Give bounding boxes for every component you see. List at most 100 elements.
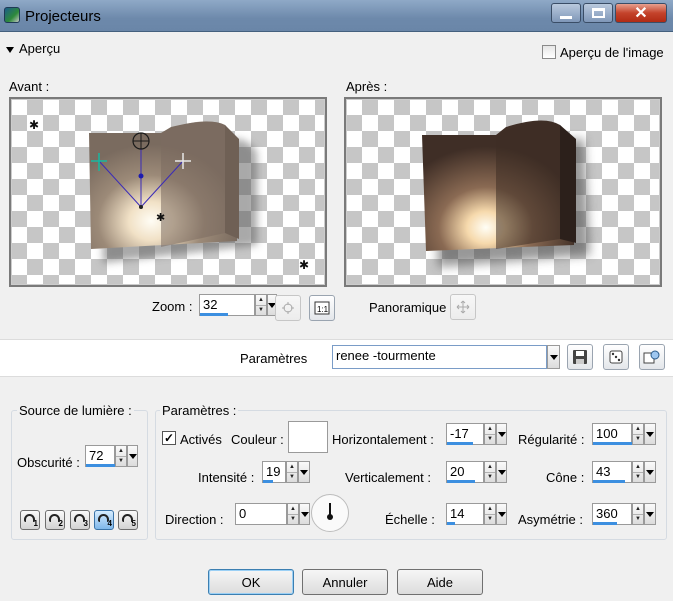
light-2-button[interactable]: 2 bbox=[45, 510, 65, 530]
zoom-fit-icon bbox=[282, 302, 294, 314]
save-preset-button[interactable] bbox=[567, 344, 593, 370]
preset-select[interactable]: renee -tourmente bbox=[332, 345, 547, 369]
active-checkbox[interactable]: ✓ bbox=[162, 431, 176, 445]
intensity-slider-bar[interactable] bbox=[263, 480, 273, 483]
scale-spinner[interactable]: ▲ ▼ bbox=[484, 503, 496, 525]
dropdown-arrow-icon bbox=[497, 511, 506, 517]
spin-up-icon[interactable]: ▲ bbox=[633, 424, 643, 434]
scale-slider-bar[interactable] bbox=[447, 522, 455, 525]
spin-down-icon[interactable]: ▼ bbox=[485, 513, 495, 525]
spin-up-icon[interactable]: ▲ bbox=[116, 446, 126, 456]
darkness-label: Obscurité : bbox=[17, 455, 80, 470]
zoom-spinner[interactable]: ▲ ▼ bbox=[255, 294, 267, 316]
spotlight-icon bbox=[24, 514, 35, 522]
spin-up-icon[interactable]: ▲ bbox=[287, 462, 297, 472]
spin-down-icon[interactable]: ▼ bbox=[116, 455, 126, 467]
floppy-disk-icon bbox=[573, 350, 587, 364]
horizontal-label: Horizontalement : bbox=[332, 432, 434, 447]
vertical-dropdown[interactable] bbox=[496, 461, 507, 483]
intensity-label: Intensité : bbox=[198, 470, 255, 485]
light-source-title: Source de lumière : bbox=[17, 403, 134, 418]
cone-dropdown[interactable] bbox=[644, 461, 656, 483]
spotlight-icon bbox=[74, 514, 85, 522]
spin-down-icon[interactable]: ▼ bbox=[485, 471, 495, 483]
direction-label: Direction : bbox=[165, 512, 224, 527]
direction-dial[interactable] bbox=[311, 494, 349, 532]
spin-up-icon[interactable]: ▲ bbox=[485, 424, 495, 434]
pan-label: Panoramique bbox=[369, 300, 447, 315]
spin-down-icon[interactable]: ▼ bbox=[256, 304, 266, 316]
move-icon bbox=[456, 300, 470, 314]
minimize-button[interactable] bbox=[551, 3, 581, 23]
zoom-slider-bar[interactable] bbox=[200, 313, 228, 316]
pan-button[interactable] bbox=[450, 294, 476, 320]
preset-label: Paramètres bbox=[240, 351, 308, 366]
preview-toggle-label: Aperçu bbox=[19, 41, 61, 56]
preview-toggle[interactable]: Aperçu bbox=[6, 41, 60, 56]
direction-spinner[interactable]: ▲ ▼ bbox=[287, 503, 299, 525]
darkness-dropdown[interactable] bbox=[127, 445, 138, 467]
regularity-spinner[interactable]: ▲ ▼ bbox=[632, 423, 644, 445]
intensity-dropdown[interactable] bbox=[298, 461, 310, 483]
direction-dropdown[interactable] bbox=[299, 503, 310, 525]
image-preview-checkbox[interactable] bbox=[542, 45, 556, 59]
close-icon: ✕ bbox=[634, 5, 648, 22]
svg-text:1:1: 1:1 bbox=[317, 305, 329, 314]
vertical-slider-bar[interactable] bbox=[447, 480, 475, 483]
actual-size-button[interactable]: 1:1 bbox=[309, 295, 335, 321]
cancel-button[interactable]: Annuler bbox=[302, 569, 388, 595]
direction-dial-icon bbox=[327, 503, 333, 520]
spin-up-icon[interactable]: ▲ bbox=[633, 504, 643, 514]
spin-up-icon[interactable]: ▲ bbox=[485, 462, 495, 472]
spin-down-icon[interactable]: ▼ bbox=[633, 513, 643, 525]
after-preview-canvas bbox=[344, 97, 662, 287]
color-swatch[interactable] bbox=[288, 421, 328, 453]
horizontal-dropdown[interactable] bbox=[496, 423, 507, 445]
spin-down-icon[interactable]: ▼ bbox=[288, 513, 298, 525]
after-label: Après : bbox=[346, 79, 388, 94]
spin-up-icon[interactable]: ▲ bbox=[633, 462, 643, 472]
help-button[interactable]: Aide bbox=[397, 569, 483, 595]
spin-down-icon[interactable]: ▼ bbox=[633, 471, 643, 483]
horizontal-spinner[interactable]: ▲ ▼ bbox=[484, 423, 496, 445]
preset-manager-button[interactable] bbox=[639, 344, 665, 370]
minimize-icon bbox=[560, 15, 572, 19]
cone-slider-bar[interactable] bbox=[593, 480, 625, 483]
light-1-button[interactable]: 1 bbox=[20, 510, 40, 530]
cone-spinner[interactable]: ▲ ▼ bbox=[632, 461, 644, 483]
close-button[interactable]: ✕ bbox=[615, 3, 667, 23]
spin-up-icon[interactable]: ▲ bbox=[485, 504, 495, 514]
regularity-dropdown[interactable] bbox=[644, 423, 656, 445]
direction-input[interactable]: 0 bbox=[235, 503, 287, 525]
darkness-spinner[interactable]: ▲ ▼ bbox=[115, 445, 127, 467]
scale-dropdown[interactable] bbox=[496, 503, 507, 525]
before-label: Avant : bbox=[9, 79, 50, 94]
spin-down-icon[interactable]: ▼ bbox=[633, 433, 643, 445]
light-5-button[interactable]: 5 bbox=[118, 510, 138, 530]
zoom-label: Zoom : bbox=[152, 299, 193, 314]
preset-dropdown[interactable] bbox=[547, 345, 560, 369]
spin-up-icon[interactable]: ▲ bbox=[256, 295, 266, 305]
asymmetry-dropdown[interactable] bbox=[644, 503, 656, 525]
maximize-button[interactable] bbox=[583, 3, 613, 23]
spin-down-icon[interactable]: ▼ bbox=[485, 433, 495, 445]
maximize-icon bbox=[591, 8, 605, 18]
spin-down-icon[interactable]: ▼ bbox=[287, 471, 297, 483]
title-bar: Projecteurs ✕ bbox=[0, 0, 673, 32]
cone-label: Cône : bbox=[546, 470, 585, 485]
vertical-spinner[interactable]: ▲ ▼ bbox=[484, 461, 496, 483]
svg-text:✱: ✱ bbox=[156, 212, 165, 224]
fit-zoom-button[interactable] bbox=[275, 295, 301, 321]
before-preview-canvas[interactable]: ✱ ✱ ✱ bbox=[9, 97, 327, 287]
dropdown-arrow-icon bbox=[300, 469, 308, 475]
ok-button[interactable]: OK bbox=[208, 569, 294, 595]
random-preset-button[interactable] bbox=[603, 344, 629, 370]
light-4-button[interactable]: 4 bbox=[94, 510, 114, 530]
asymmetry-slider-bar[interactable] bbox=[593, 522, 617, 525]
asymmetry-spinner[interactable]: ▲ ▼ bbox=[632, 503, 644, 525]
horizontal-slider-bar[interactable] bbox=[447, 442, 473, 445]
light-3-button[interactable]: 3 bbox=[70, 510, 90, 530]
spin-up-icon[interactable]: ▲ bbox=[288, 504, 298, 514]
regularity-label: Régularité : bbox=[518, 432, 585, 447]
intensity-spinner[interactable]: ▲ ▼ bbox=[286, 461, 298, 483]
